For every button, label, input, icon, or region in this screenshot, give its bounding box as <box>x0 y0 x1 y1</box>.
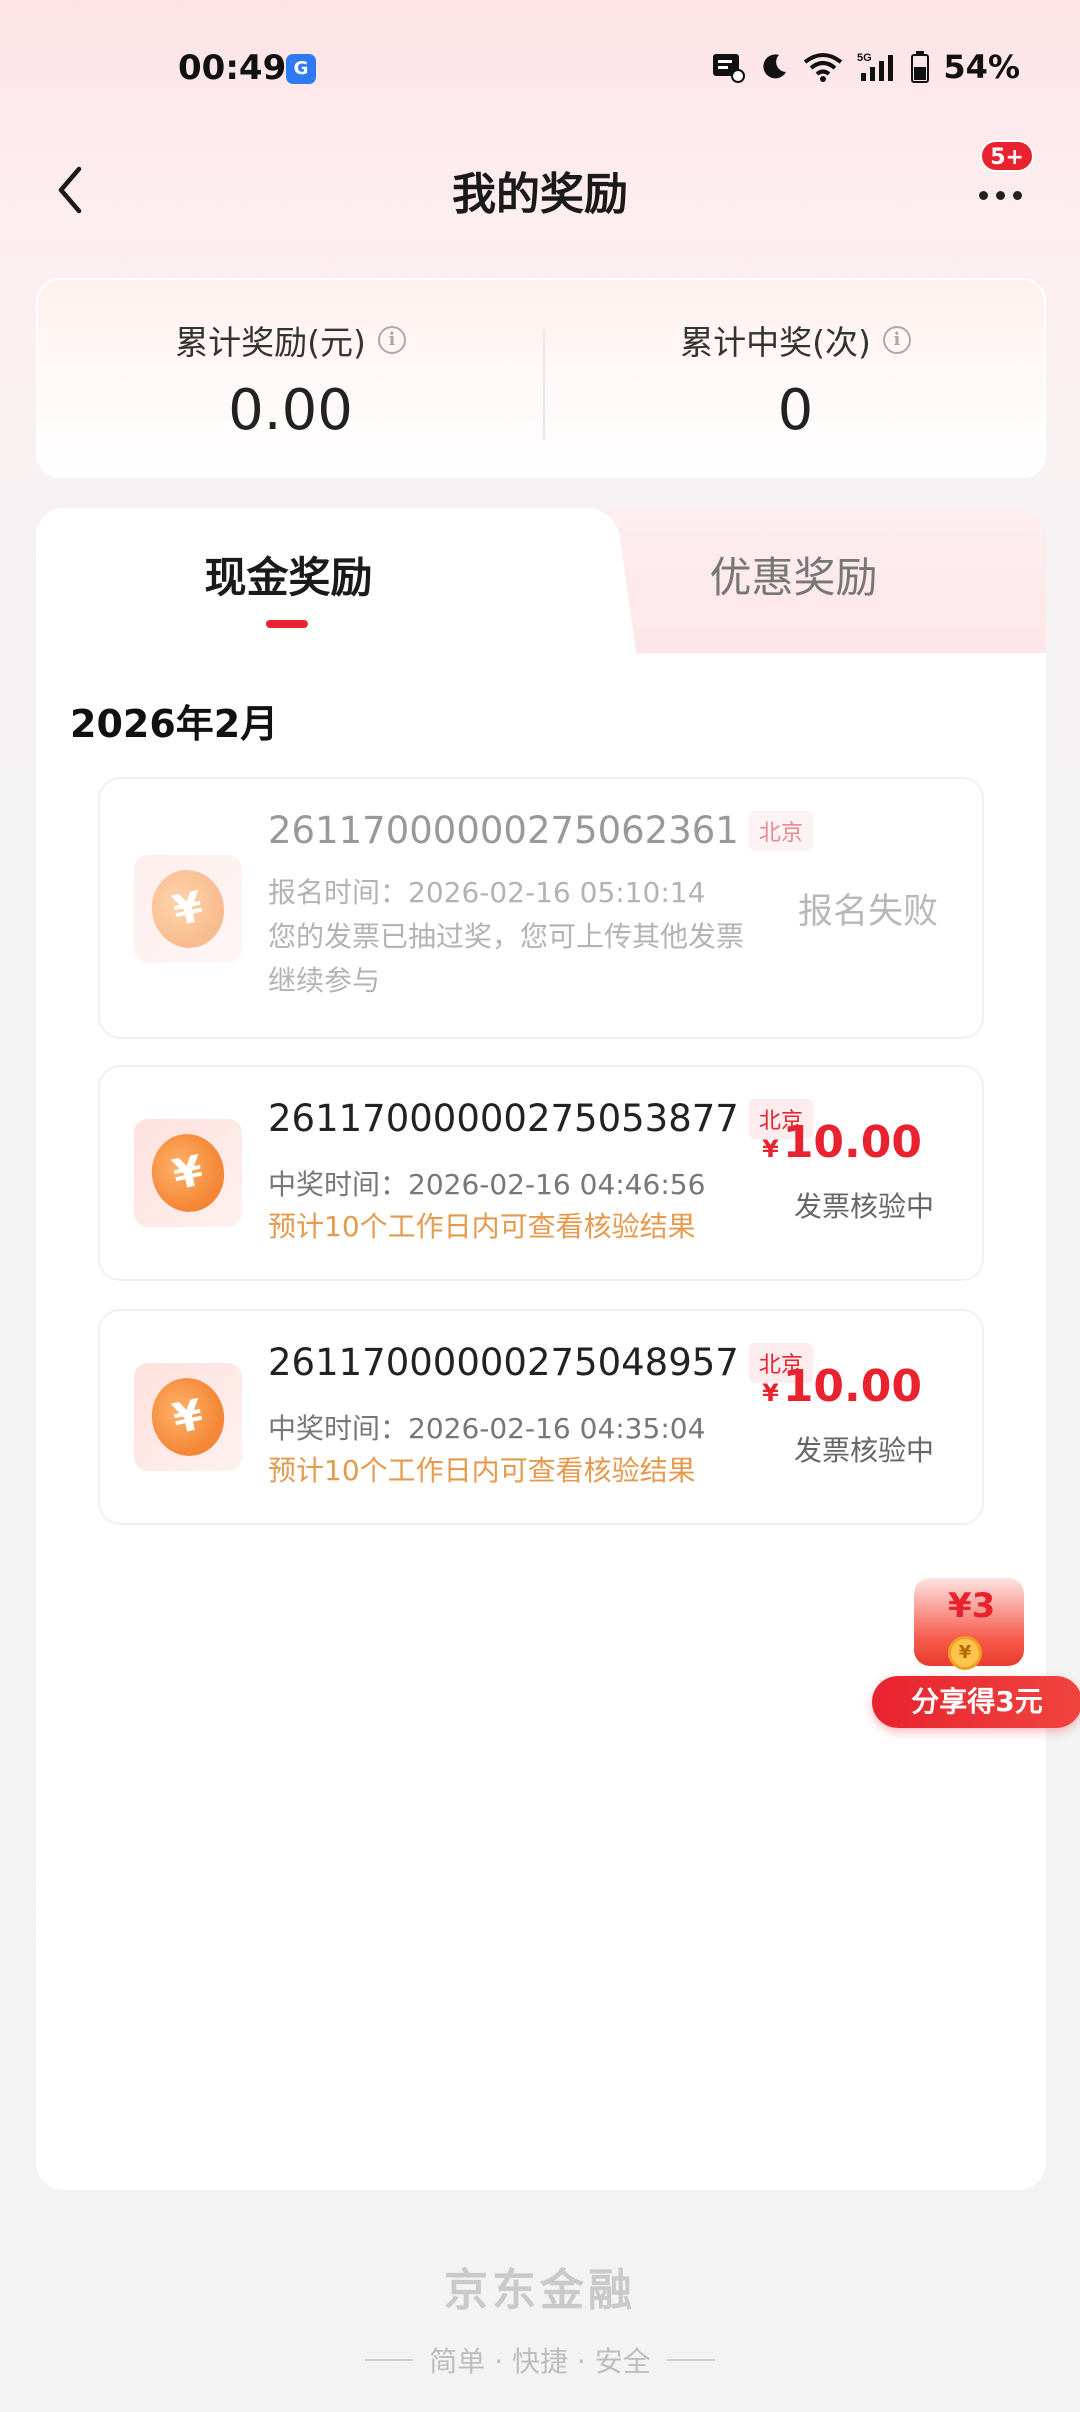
total-reward-value: 0.00 <box>228 378 353 443</box>
record-note: 您的发票已抽过奖，您可上传其他发票继续参与 <box>268 920 745 997</box>
total-wins-value: 0 <box>777 378 814 443</box>
status-icons: 5G 54% <box>711 48 1020 86</box>
reward-record[interactable]: ¥ 261170000002750538​77 北京 中奖时间：2026-02-… <box>98 1065 984 1281</box>
invoice-number: 261170000002750489​57 <box>268 1341 739 1384</box>
share-button[interactable]: 分享得3元 <box>872 1676 1080 1728</box>
record-status: 报名失败 <box>797 892 938 932</box>
battery-icon <box>911 51 930 83</box>
reward-tabs: 现金奖励 优惠奖励 <box>36 508 1046 653</box>
reward-record[interactable]: ¥ 261170000002750489​57 北京 中奖时间：2026-02-… <box>98 1309 984 1525</box>
nav-bar: 我的奖励 <box>0 140 1080 250</box>
reward-record[interactable]: ¥ 261170000002750623​61 北京 报名时间：2026-02-… <box>98 777 984 1039</box>
moon-icon <box>763 54 787 79</box>
wifi-icon <box>804 53 843 82</box>
month-header: 2026年2月 <box>70 702 279 746</box>
brand-slogan: 简单 · 快捷 · 安全 <box>365 2340 715 2380</box>
notification-badge: 5+ <box>980 140 1034 172</box>
message-icon <box>713 54 746 83</box>
rewards-panel: 现金奖励 优惠奖励 2026年2月 ¥ 261170000002750623​6… <box>36 508 1046 2190</box>
reward-amount: ¥10.00 <box>762 1117 922 1168</box>
more-dots-icon <box>978 190 988 200</box>
total-reward-label: 累计奖励(元) <box>175 323 366 362</box>
coin-icon: ¥ <box>134 1119 242 1227</box>
battery-level: 54% <box>943 48 1020 86</box>
record-note: 预计10个工作日内可查看核验结果 <box>268 1454 696 1487</box>
record-time: 中奖时间：2026-02-16 04:35:04 <box>268 1412 706 1445</box>
total-wins-summary: 累计中奖(次) i 0 <box>543 280 1048 480</box>
svg-text:5G: 5G <box>857 52 872 64</box>
reward-amount: ¥10.00 <box>762 1361 922 1412</box>
invoice-number: 261170000002750538​77 <box>268 1097 739 1140</box>
total-reward-summary: 累计奖励(元) i 0.00 <box>38 280 543 480</box>
invoice-number: 261170000002750623​61 <box>268 809 739 852</box>
city-tag: 北京 <box>748 810 813 851</box>
summary-card: 累计奖励(元) i 0.00 累计中奖(次) i 0 <box>36 278 1046 478</box>
record-status: 发票核验中 <box>793 1434 934 1467</box>
total-wins-label: 累计中奖(次) <box>680 323 871 362</box>
record-status: 发票核验中 <box>793 1190 934 1223</box>
footer: 京东金融 简单 · 快捷 · 安全 <box>0 2254 1080 2380</box>
coin-icon: ¥ <box>134 855 242 963</box>
reward-list: 2026年2月 ¥ 261170000002750623​61 北京 报名时间：… <box>36 653 1046 2190</box>
info-icon[interactable]: i <box>882 326 911 354</box>
record-note: 预计10个工作日内可查看核验结果 <box>268 1210 696 1243</box>
record-time: 报名时间：2026-02-16 05:10:14 <box>268 876 706 909</box>
info-icon[interactable]: i <box>377 326 406 354</box>
signal-icon: 5G <box>857 52 894 81</box>
status-bar: 00:49 G 5G 54% <box>0 0 1080 140</box>
record-time: 中奖时间：2026-02-16 04:46:56 <box>268 1168 706 1201</box>
coin-icon: ¥ <box>134 1363 242 1471</box>
tab-active-indicator <box>266 620 308 628</box>
status-time: 00:49 <box>178 48 287 88</box>
share-reward-float[interactable]: ¥3 ¥ 分享得3元 <box>872 1576 1080 1728</box>
tab-cash-rewards[interactable]: 现金奖励 <box>36 544 541 605</box>
share-amount: ¥3 <box>948 1586 996 1626</box>
brand-logo: 京东金融 <box>444 2265 636 2316</box>
page-title: 我的奖励 <box>452 169 628 220</box>
tab-coupon-rewards[interactable]: 优惠奖励 <box>541 544 1046 605</box>
coin-icon: ¥ <box>948 1636 982 1670</box>
app-notification-icon: G <box>286 54 316 84</box>
